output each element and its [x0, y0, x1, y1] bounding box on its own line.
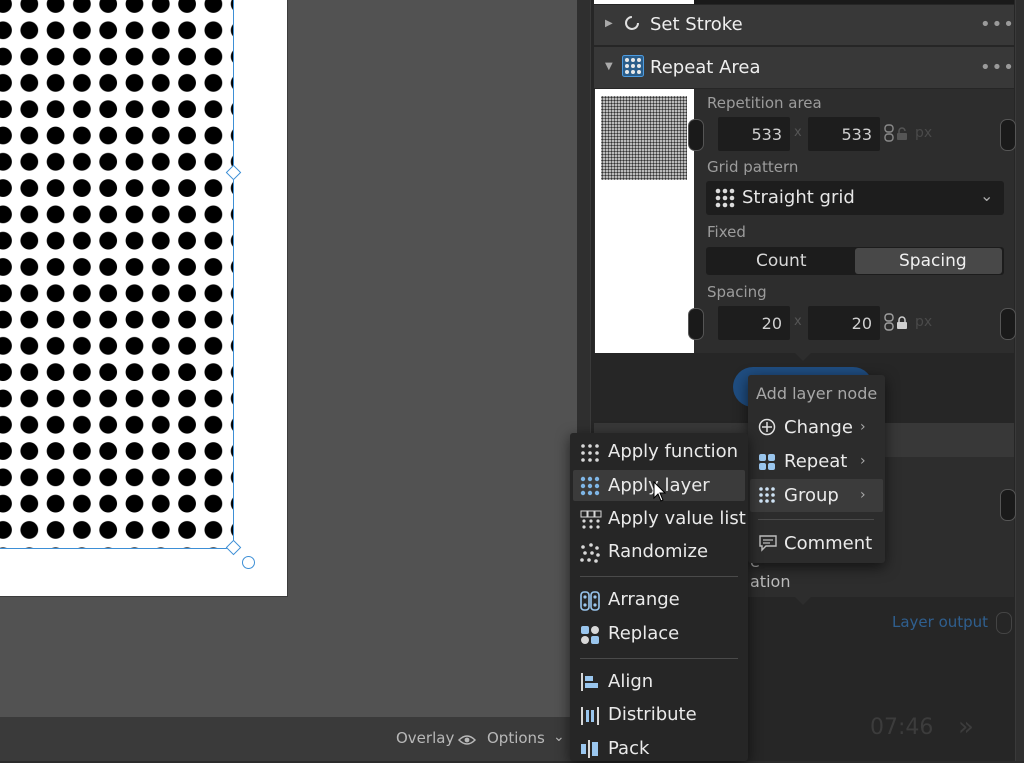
spacing-y-input[interactable]: 20 — [808, 306, 880, 340]
overlay-label[interactable]: Overlay — [396, 729, 454, 747]
set-stroke-more-button[interactable]: ••• — [980, 14, 1015, 35]
menu-item-label: Apply value list — [608, 508, 746, 529]
menu-divider — [580, 576, 738, 577]
grid-pattern-value: Straight grid — [742, 187, 855, 208]
segment-count[interactable]: Count — [756, 251, 807, 271]
collapsed-triangle-icon[interactable]: ▶ — [605, 18, 613, 29]
input-port-left[interactable] — [688, 119, 704, 151]
pack-icon — [580, 739, 600, 763]
grid-pattern-label: Grid pattern — [707, 158, 799, 176]
repeat-icon — [758, 453, 776, 475]
area-height-input[interactable]: 533 — [808, 117, 880, 151]
expanded-triangle-icon[interactable]: ▼ — [605, 61, 613, 72]
lock-icon[interactable] — [896, 315, 908, 334]
node-preview-thumbnail — [601, 96, 687, 180]
options-button[interactable]: Options — [487, 729, 545, 747]
link-icon[interactable] — [884, 124, 894, 146]
partial-label: ation — [750, 572, 791, 591]
stroke-icon — [624, 15, 640, 35]
repeat-area-icon — [622, 55, 644, 81]
double-chevron-right-icon[interactable]: » — [958, 712, 974, 742]
menu-item-label: Comment — [784, 533, 873, 554]
unit-label: px — [915, 125, 933, 141]
segment-spacing[interactable]: Spacing — [899, 251, 967, 271]
selection-edge-bottom — [0, 548, 234, 549]
apply-function-icon — [580, 443, 600, 467]
repetition-area-label: Repetition area — [707, 94, 822, 112]
menu-divider — [580, 658, 738, 659]
menu-item-label: Pack — [608, 738, 650, 759]
repeat-area-title: Repeat Area — [650, 57, 761, 78]
input-port-left[interactable] — [688, 308, 704, 340]
comment-icon — [758, 534, 778, 556]
menu-item-label: Group — [784, 485, 839, 506]
area-width-input[interactable]: 533 — [718, 117, 790, 151]
menu-item-label: Align — [608, 671, 654, 692]
timecode-label: 07:46 — [870, 715, 934, 740]
output-port[interactable] — [996, 612, 1012, 634]
chevron-right-icon: › — [860, 453, 866, 469]
chevron-right-icon: › — [860, 419, 866, 435]
x-separator: x — [794, 125, 802, 140]
replace-icon — [580, 625, 600, 649]
previous-node-preview — [594, 0, 694, 4]
menu-item-label: Apply function — [608, 441, 739, 462]
input-port-right[interactable] — [1000, 308, 1016, 340]
change-icon — [758, 418, 776, 440]
repeat-area-more-button[interactable]: ••• — [980, 57, 1015, 78]
randomize-icon — [580, 543, 600, 567]
eye-icon[interactable] — [457, 731, 477, 750]
x-separator: x — [794, 314, 802, 329]
chevron-down-icon[interactable]: ⌄ — [553, 729, 565, 745]
node-divider — [694, 0, 1014, 4]
spacing-x-input[interactable]: 20 — [718, 306, 790, 340]
menu-item-label: Replace — [608, 623, 680, 644]
input-port-right[interactable] — [1000, 489, 1016, 521]
distribute-icon — [580, 706, 600, 730]
chevron-down-icon[interactable]: ⌄ — [980, 186, 993, 205]
menu-item-label: Distribute — [608, 704, 697, 725]
arrange-icon — [580, 591, 600, 615]
set-stroke-title: Set Stroke — [650, 14, 743, 35]
chevron-right-icon: › — [860, 487, 866, 503]
menu-item-label: Arrange — [608, 589, 680, 610]
node-connector — [795, 597, 811, 605]
selection-edge-right — [233, 0, 234, 548]
menu-item-label: Randomize — [608, 541, 709, 562]
align-icon — [580, 672, 600, 696]
link-icon[interactable] — [884, 313, 894, 335]
grid-dots-icon — [714, 187, 736, 213]
rotate-handle[interactable] — [242, 556, 255, 569]
menu-item-label: Change — [784, 417, 853, 438]
menu-item-label: Repeat — [784, 451, 848, 472]
menu-divider — [758, 519, 874, 520]
apply-layer-icon — [580, 476, 600, 500]
menu-title: Add layer node — [756, 384, 878, 403]
node-connector — [795, 353, 811, 361]
input-port-right[interactable] — [1000, 119, 1016, 151]
apply-value-list-icon — [580, 510, 602, 534]
group-icon — [758, 486, 776, 508]
fixed-label: Fixed — [707, 223, 746, 241]
spacing-label: Spacing — [707, 283, 767, 301]
dot-pattern-artwork[interactable] — [0, 0, 234, 548]
unit-label: px — [915, 314, 933, 330]
lock-open-icon[interactable] — [896, 126, 908, 145]
layer-output-label: Layer output — [892, 613, 989, 631]
